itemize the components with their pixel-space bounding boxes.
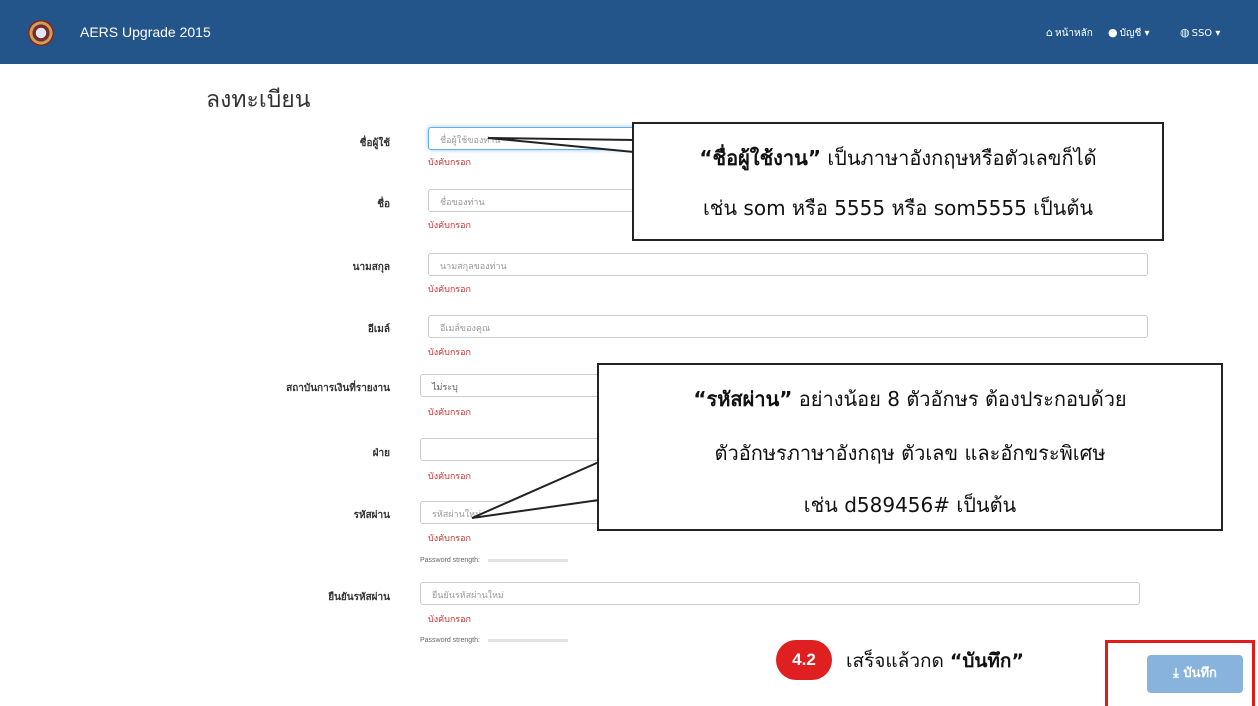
save-button-label: บันทึก xyxy=(1183,666,1217,681)
password-callout-line1-text: อย่างน้อย 8 ตัวอักษร ต้องประกอบด้วย xyxy=(792,387,1127,411)
password-callout: “รหัสผ่าน” อย่างน้อย 8 ตัวอักษร ต้องประก… xyxy=(597,363,1223,531)
username-callout-keyword: “ชื่อผู้ใช้งาน” xyxy=(699,146,821,170)
save-button[interactable]: ⤓ บันทึก xyxy=(1147,655,1243,693)
password-callout-pointer xyxy=(471,461,600,519)
step-instruction-keyword: “บันทึก” xyxy=(949,650,1024,672)
username-callout-line1-text: เป็นภาษาอังกฤษหรือตัวเลขก็ได้ xyxy=(820,146,1097,170)
username-callout: “ชื่อผู้ใช้งาน” เป็นภาษาอังกฤษหรือตัวเลข… xyxy=(632,122,1164,241)
step-instruction-prefix: เสร็จแล้วกด xyxy=(846,650,950,672)
username-callout-line1: “ชื่อผู้ใช้งาน” เป็นภาษาอังกฤษหรือตัวเลข… xyxy=(634,142,1162,174)
password-callout-keyword: “รหัสผ่าน” xyxy=(693,387,793,411)
password-callout-line1: “รหัสผ่าน” อย่างน้อย 8 ตัวอักษร ต้องประก… xyxy=(599,383,1221,415)
username-callout-line2: เช่น som หรือ 5555 หรือ som5555 เป็นต้น xyxy=(702,196,1094,220)
step-badge: 4.2 xyxy=(776,640,832,680)
download-icon: ⤓ xyxy=(1173,666,1179,681)
step-instruction: เสร็จแล้วกด “บันทึก” xyxy=(846,646,1024,676)
username-callout-pointer xyxy=(487,137,635,153)
callout-pointers xyxy=(471,137,635,519)
password-callout-line2: ตัวอักษรภาษาอังกฤษ ตัวเลข และอักขระพิเศษ xyxy=(714,441,1106,465)
password-callout-line3: เช่น d589456# เป็นต้น xyxy=(803,493,1017,517)
